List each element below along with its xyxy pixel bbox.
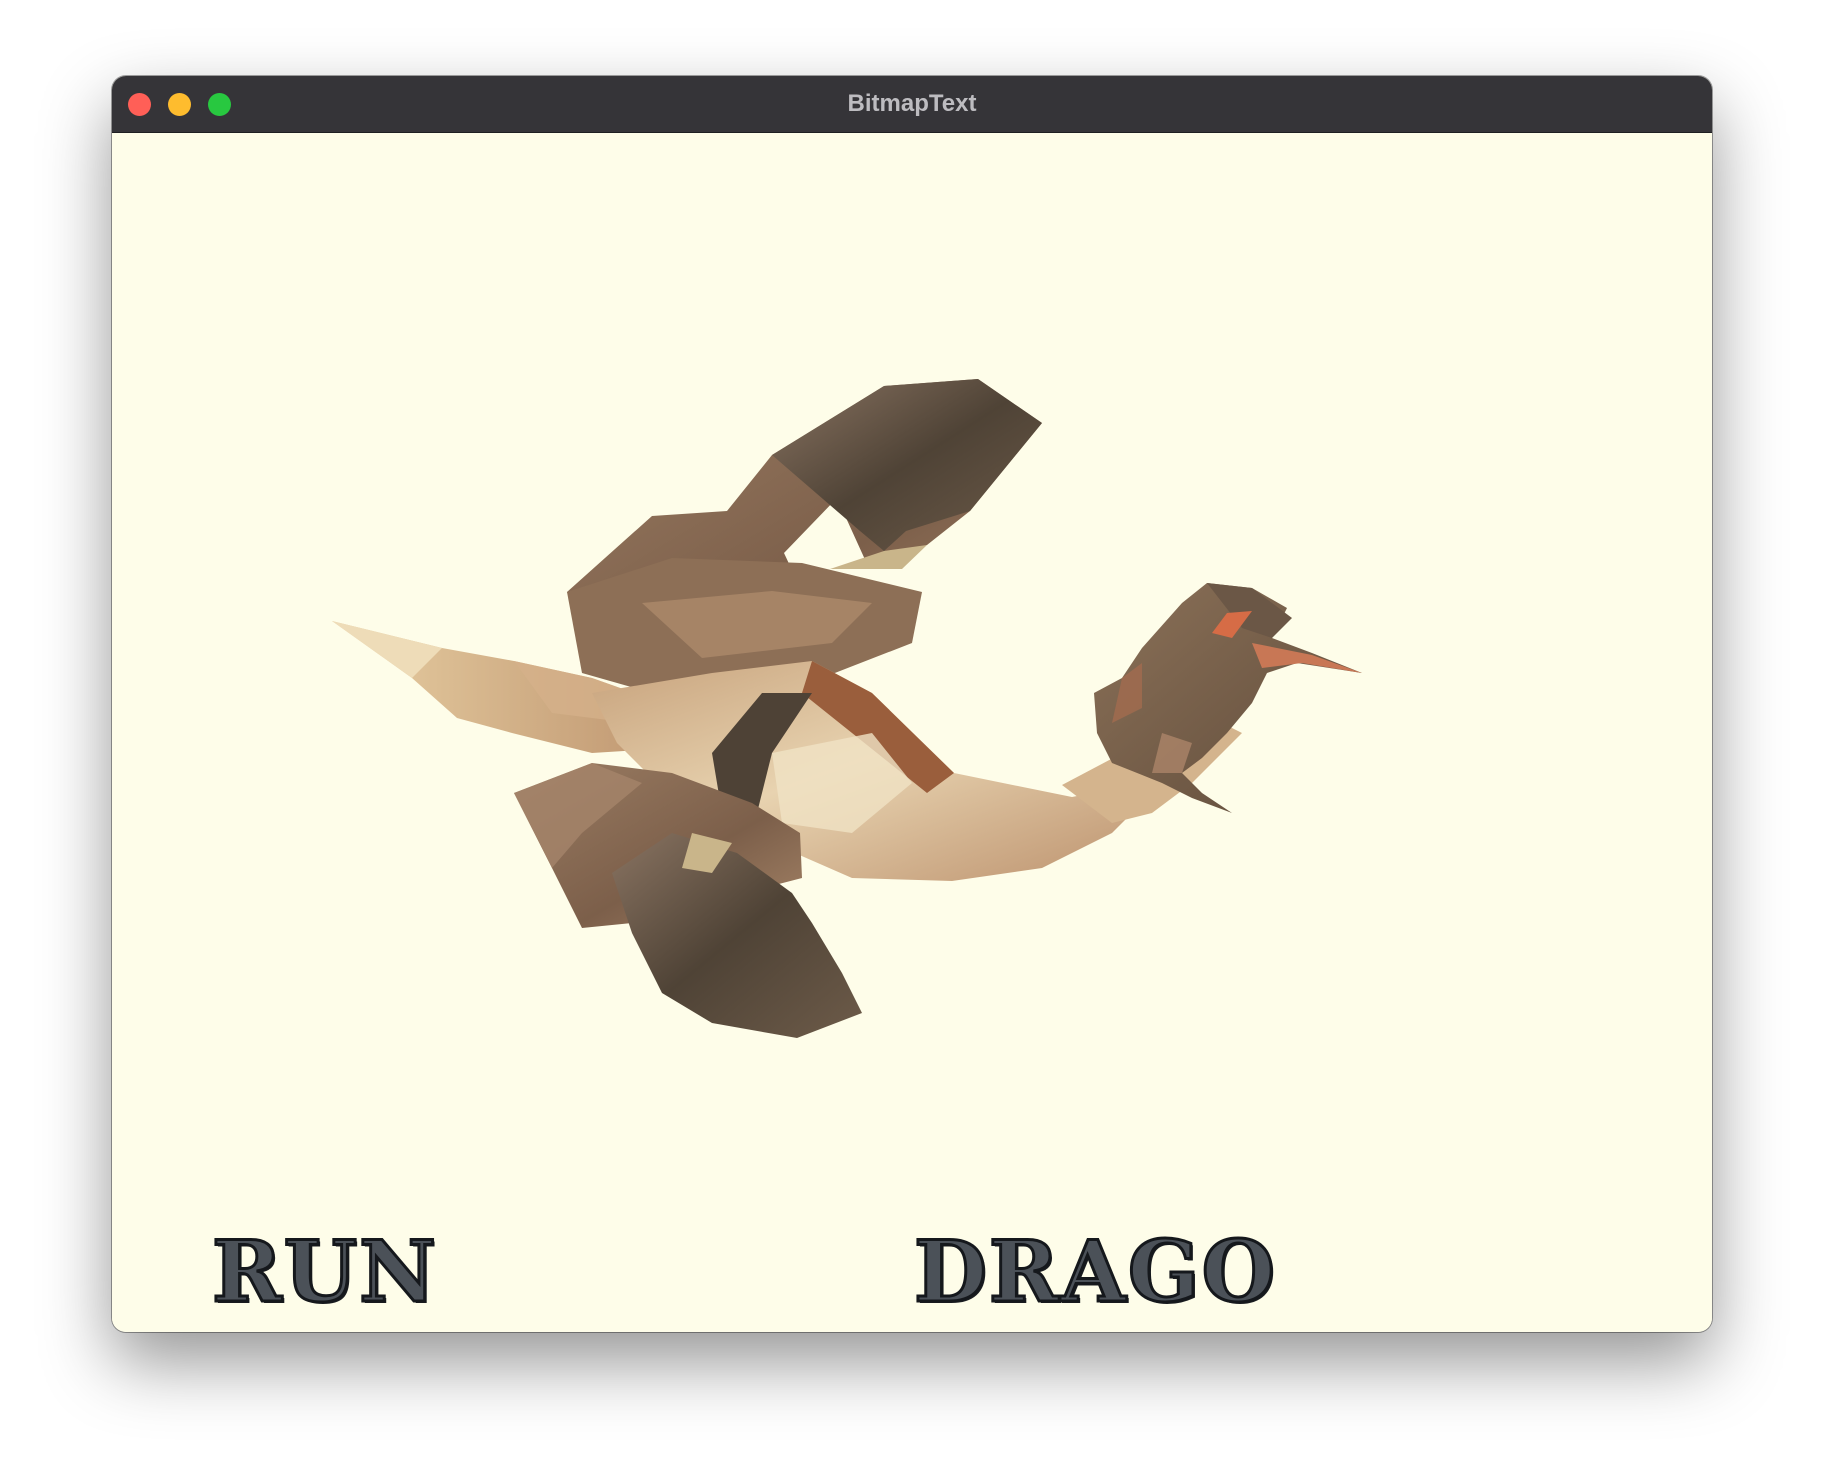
- bitmap-text-run: RUN: [211, 1222, 438, 1321]
- upper-leg: [567, 379, 1042, 693]
- render-viewport[interactable]: RUN DRAGO: [112, 133, 1712, 1332]
- app-window: BitmapText RUN DRAGO: [112, 76, 1712, 1332]
- window-title: BitmapText: [847, 90, 977, 117]
- dragon-model: [332, 379, 1362, 1038]
- bitmap-text-drago: DRAGO: [913, 1222, 1277, 1321]
- title-bar[interactable]: BitmapText: [112, 76, 1712, 133]
